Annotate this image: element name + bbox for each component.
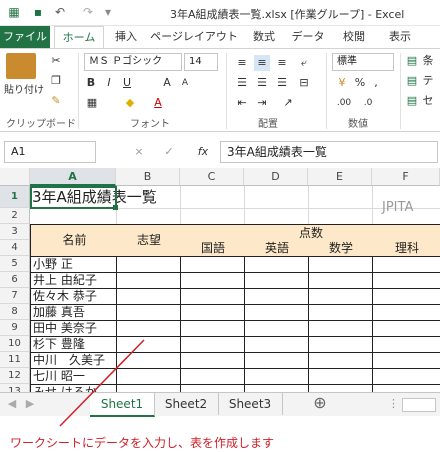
annotation-arrow: [59, 339, 145, 427]
annotation-caption: ワークシートにデータを入力し、表を作成します: [10, 436, 275, 450]
